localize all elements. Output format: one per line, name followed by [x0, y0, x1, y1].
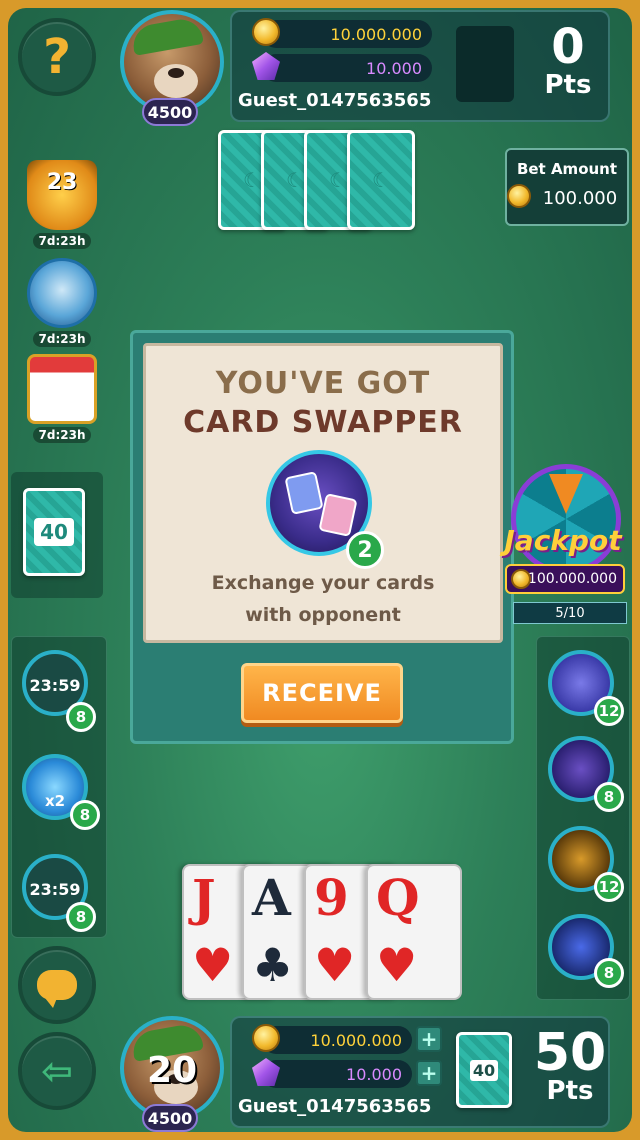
eye-powerup-count: 12: [594, 696, 624, 726]
coin-icon: [252, 18, 280, 46]
timed-powerup-count: 8: [66, 902, 96, 932]
jackpot-amount: 100.000.000: [527, 571, 617, 587]
player-points: 50 Pts: [533, 1023, 607, 1106]
player-gems: 10.000: [262, 1060, 412, 1088]
event-calendar[interactable]: 7d:23h: [22, 354, 102, 443]
chat-icon: [37, 970, 77, 1008]
receive-button[interactable]: RECEIVE: [241, 663, 403, 723]
opponent-name: Guest_0147563565: [238, 90, 432, 111]
exit-icon: ⇦: [41, 1049, 73, 1093]
shark-icon: [27, 258, 97, 328]
block-powerup-count: 8: [594, 958, 624, 988]
add-gems-button[interactable]: +: [416, 1060, 442, 1086]
exit-button[interactable]: ⇦: [18, 1032, 96, 1110]
refresh-powerup-count: 8: [66, 702, 96, 732]
calendar-icon: [27, 354, 97, 424]
jackpot-widget[interactable]: Jackpot 100.000.000 5/10: [504, 460, 632, 630]
reward-quantity-badge: 2: [346, 531, 384, 569]
trophy-icon: 23: [27, 160, 97, 230]
coin-icon: [511, 569, 531, 589]
opponent-points: 0 Pts: [544, 19, 592, 100]
question-icon: ?: [43, 29, 71, 85]
reward-item-name: CARD SWAPPER: [183, 405, 463, 440]
heart-icon: ♥: [192, 938, 234, 992]
player-deck: 40: [456, 1032, 512, 1108]
opponent-level-badge: 4500: [142, 98, 198, 126]
jackpot-progress: 5/10: [513, 602, 627, 624]
opponent-coins: 10.000.000: [262, 20, 432, 48]
heart-icon: ♥: [314, 938, 356, 992]
opponent-card: ☾: [347, 130, 415, 230]
add-coins-button[interactable]: +: [416, 1026, 442, 1052]
card-swapper-powerup-count: 8: [594, 782, 624, 812]
draw-deck-panel: 40: [11, 472, 103, 598]
player-coins: 10.000.000: [262, 1026, 412, 1054]
opponent-card-slot: [456, 26, 514, 102]
bet-amount-box: Bet Amount 100.000: [505, 148, 629, 226]
reward-modal-content: YOU'VE GOT CARD SWAPPER 2 Exchange your …: [143, 343, 503, 643]
player-name: Guest_0147563565: [238, 1096, 432, 1117]
club-icon: ♣: [252, 938, 294, 992]
chat-button[interactable]: [18, 946, 96, 1024]
coin-icon: [252, 1024, 280, 1052]
event-shark[interactable]: 7d:23h: [22, 258, 102, 347]
turn-timer: 20: [146, 1050, 198, 1091]
opponent-gems: 10.000: [262, 54, 432, 82]
draw-deck[interactable]: 40: [23, 488, 85, 576]
reward-description: Exchange your cards: [211, 572, 435, 594]
joker-powerup-count: 12: [594, 872, 624, 902]
hand-card[interactable]: Q ♥: [366, 864, 462, 1000]
bet-amount-value: 100.000: [542, 188, 618, 209]
reward-modal: YOU'VE GOT CARD SWAPPER 2 Exchange your …: [130, 330, 514, 744]
jackpot-title: Jackpot: [504, 524, 622, 557]
coin-icon: [507, 184, 531, 208]
game-table: ? 4500 10.000.000 10.000 Guest_014756356…: [8, 8, 632, 1132]
reward-title: YOU'VE GOT: [215, 366, 431, 401]
player-level-badge: 4500: [142, 1104, 198, 1132]
reward-description-line2: with opponent: [245, 604, 401, 626]
heart-icon: ♥: [376, 938, 418, 992]
help-button[interactable]: ?: [18, 18, 96, 96]
event-trophy[interactable]: 23 7d:23h: [22, 160, 102, 249]
star-x2-powerup-count: 8: [70, 800, 100, 830]
